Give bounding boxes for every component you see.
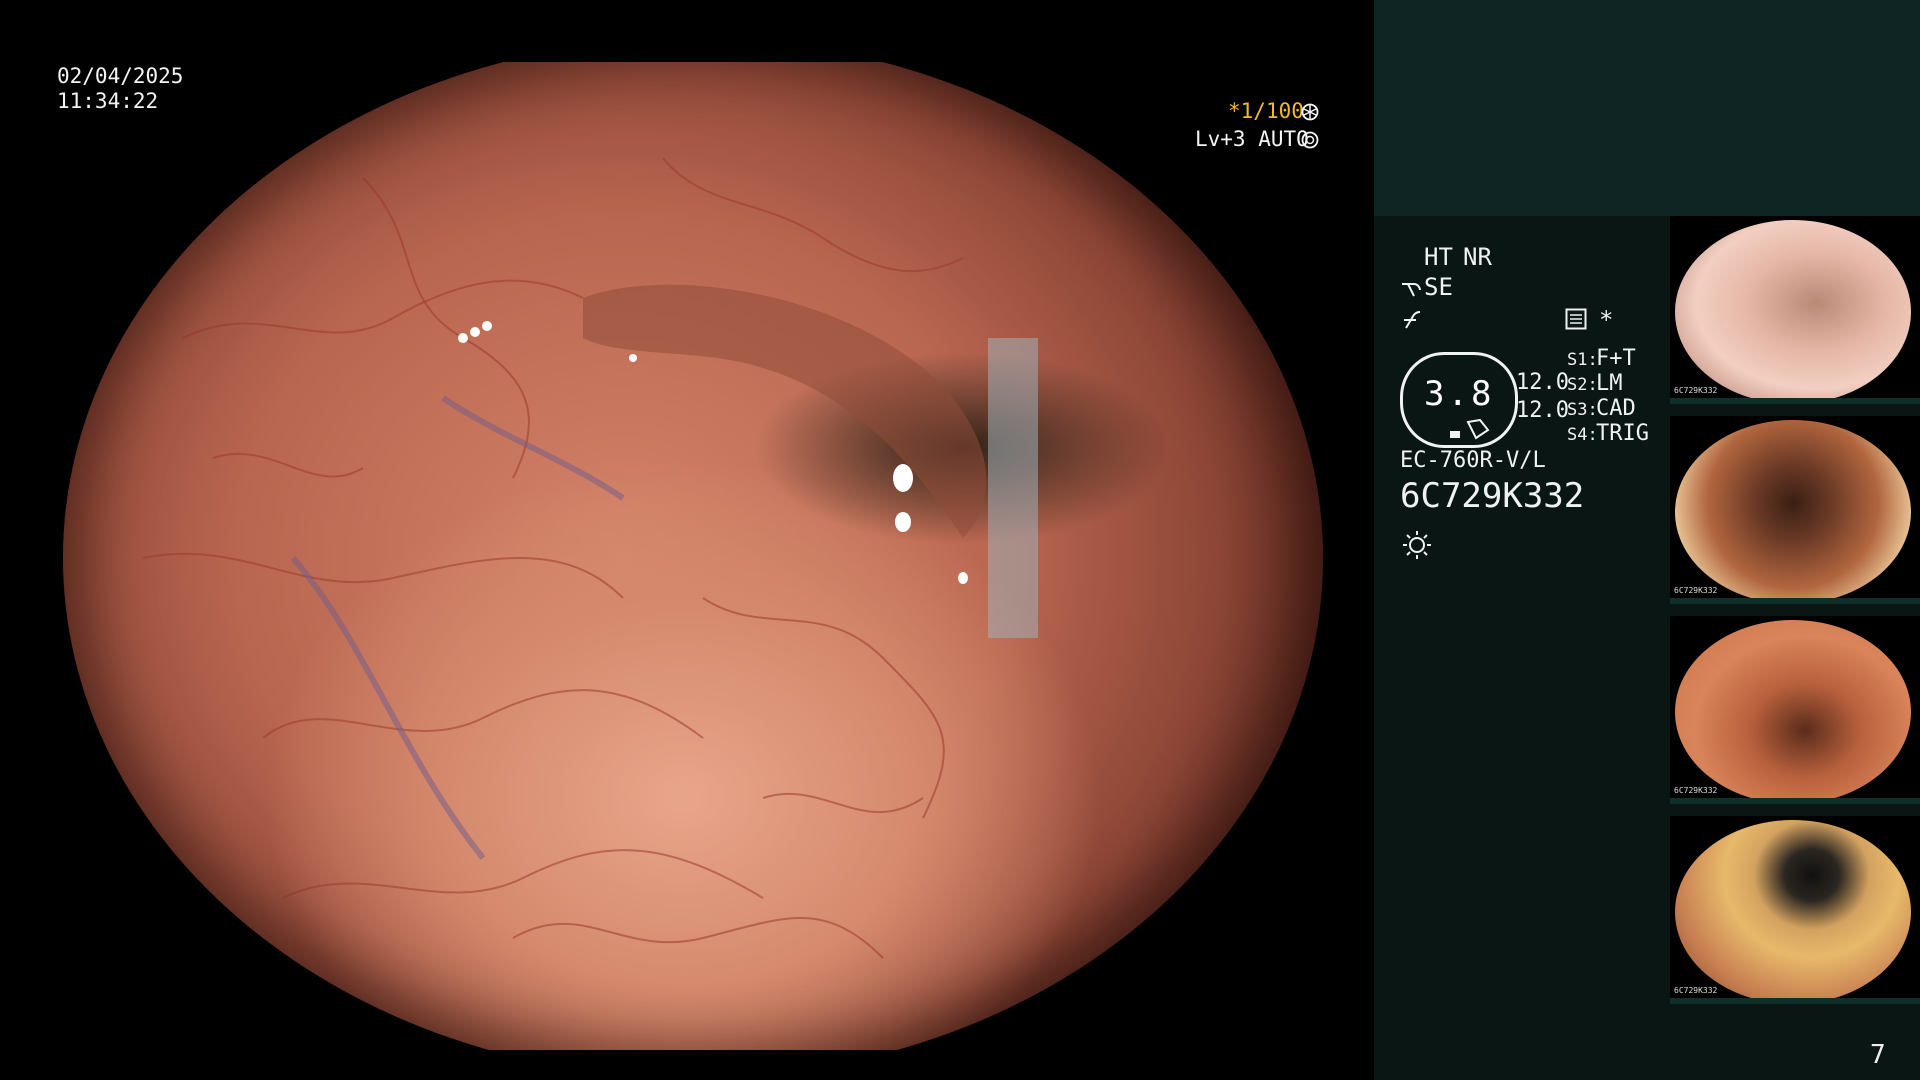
brightness-level: Lv+3 xyxy=(1195,127,1246,151)
s3-key: S3: xyxy=(1567,400,1598,420)
shutter-readout: *1/100 xyxy=(1228,99,1304,124)
contrast-icon xyxy=(1404,311,1421,329)
endoscope-image xyxy=(63,62,1323,1050)
thumbnail-label: 6C729K332 xyxy=(1674,586,1718,595)
thumbnail-label: 6C729K332 xyxy=(1674,786,1718,795)
thumbnail-label: 6C729K332 xyxy=(1674,986,1718,995)
s4-key: S4: xyxy=(1567,425,1598,445)
panel-header-area xyxy=(1374,0,1920,216)
scope-serial: 6C729K332 xyxy=(1400,476,1585,516)
thumbnail-1[interactable]: 6C729K332 xyxy=(1670,216,1920,404)
scope-model: EC-760R-V/L xyxy=(1400,448,1546,473)
thumbnail-image xyxy=(1675,220,1911,404)
value-bottom: 12.0 xyxy=(1516,398,1569,423)
endoscope-view xyxy=(0,0,1374,1080)
thumbnail-4[interactable]: 6C729K332 xyxy=(1670,816,1920,1004)
s2-key: S2: xyxy=(1567,375,1598,395)
shutter-asterisk: * xyxy=(1228,99,1241,123)
aperture-icon xyxy=(1301,103,1319,121)
nr-indicator: NR xyxy=(1463,243,1492,271)
lens-value: 3.8 xyxy=(1424,374,1495,414)
record-settings-icon xyxy=(1565,308,1587,330)
time-display: 11:34:22 xyxy=(57,89,159,113)
value-top: 12.0 xyxy=(1516,370,1569,395)
date-display: 02/04/2025 xyxy=(57,64,184,88)
lens-angle-icon xyxy=(1466,418,1490,440)
mucosa-vessels xyxy=(142,157,1038,959)
thumbnail-image xyxy=(1675,620,1911,804)
page-number: 7 xyxy=(1870,1040,1886,1070)
s2-value: LM xyxy=(1596,371,1623,396)
star-indicator: * xyxy=(1599,306,1614,334)
shutter-speed: 1/100 xyxy=(1240,99,1304,123)
thumbnail-2[interactable]: 6C729K332 xyxy=(1670,416,1920,604)
thumbnail-label: 6C729K332 xyxy=(1674,386,1718,395)
ht-indicator: HT xyxy=(1424,243,1453,271)
scope-tip-icon xyxy=(1402,283,1421,297)
thumbnail-image xyxy=(1675,820,1911,1004)
light-icon xyxy=(1403,531,1431,559)
s4-value: TRIG xyxy=(1596,421,1649,446)
level-readout: Lv+3 AUTO xyxy=(1195,127,1309,152)
lens-marker xyxy=(1450,431,1460,438)
thumbnail-3[interactable]: 6C729K332 xyxy=(1670,616,1920,804)
iris-icon xyxy=(1301,131,1319,149)
thumbnail-image xyxy=(1675,420,1911,604)
se-indicator: SE xyxy=(1424,273,1453,301)
s3-value: CAD xyxy=(1596,396,1636,421)
s1-value: F+T xyxy=(1596,346,1636,371)
s1-key: S1: xyxy=(1567,350,1598,370)
